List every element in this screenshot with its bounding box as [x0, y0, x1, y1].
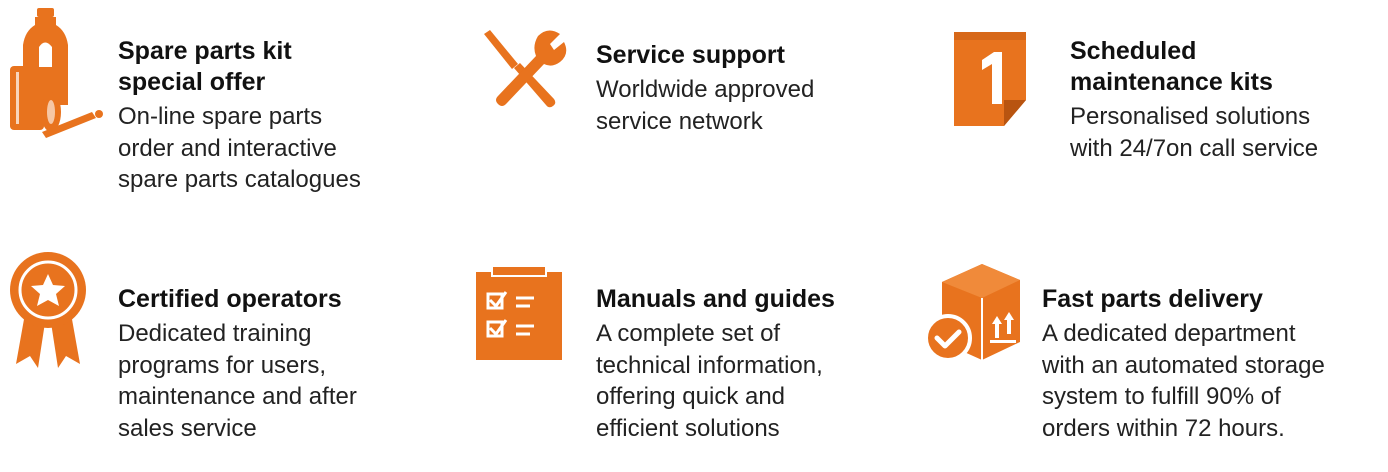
calendar-one-icon: [952, 20, 1028, 133]
spare-parts-bottle-icon: [6, 2, 106, 157]
feature-description: Worldwide approved service network: [596, 76, 815, 135]
feature-service-support: Service support Worldwide approved servi…: [476, 0, 896, 215]
feature-title: Manuals and guides: [596, 285, 835, 313]
feature-fast-delivery: Fast parts delivery A dedicated departme…: [922, 240, 1388, 472]
delivery-box-check-icon: [922, 262, 1022, 369]
feature-description: A dedicated department with an automated…: [1042, 320, 1325, 442]
feature-text: Fast parts delivery A dedicated departme…: [1042, 284, 1388, 444]
feature-text: Service support Worldwide approved servi…: [596, 40, 896, 137]
clipboard-checklist-icon: [476, 265, 562, 365]
tools-icon: [476, 28, 568, 113]
feature-manuals-guides: Manuals and guides A complete set of tec…: [476, 240, 896, 472]
feature-certified-operators: Certified operators Dedicated training p…: [0, 240, 420, 472]
feature-description: Personalised solutions with 24/7on call …: [1070, 103, 1319, 162]
feature-text: Spare parts kit special offer On-line sp…: [118, 36, 418, 196]
feature-text: Scheduled maintenance kits Personalised …: [1070, 36, 1370, 164]
feature-maintenance-kits: Scheduled maintenance kits Personalised …: [952, 0, 1388, 215]
feature-spare-parts: Spare parts kit special offer On-line sp…: [0, 0, 420, 215]
feature-title: Certified operators: [118, 285, 342, 313]
feature-description: On-line spare parts order and interactiv…: [118, 103, 361, 193]
award-ribbon-icon: [8, 250, 88, 375]
feature-title: Service support: [596, 41, 785, 69]
feature-title: Fast parts delivery: [1042, 285, 1263, 313]
feature-text: Manuals and guides A complete set of tec…: [596, 284, 896, 444]
feature-description: A complete set of technical information,…: [596, 320, 823, 442]
feature-title: Spare parts kit special offer: [118, 37, 292, 96]
feature-text: Certified operators Dedicated training p…: [118, 284, 418, 444]
feature-description: Dedicated training programs for users, m…: [118, 320, 357, 442]
feature-title: Scheduled maintenance kits: [1070, 37, 1273, 96]
